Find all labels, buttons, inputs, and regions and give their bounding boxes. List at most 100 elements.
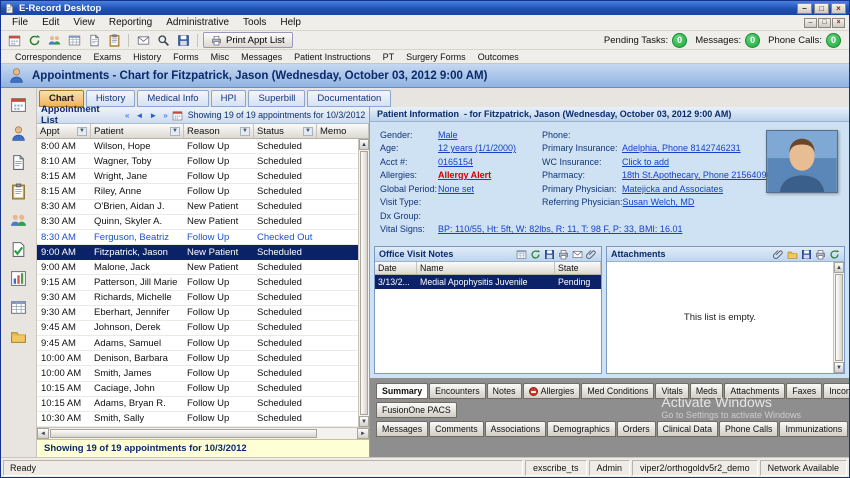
appointment-row[interactable]: 9:00 AM Malone, Jack New Patient Schedul… [37, 260, 358, 275]
bottom-tab[interactable]: Faxes [786, 383, 822, 399]
bottom-tab[interactable]: Phone Calls [719, 421, 778, 437]
bottom-tab[interactable]: Demographics [547, 421, 616, 437]
chart-tab[interactable]: Documentation [307, 90, 391, 107]
sidebar-reports-icon[interactable] [7, 269, 31, 288]
appointment-row[interactable]: 8:15 AM Riley, Anne Follow Up Scheduled [37, 184, 358, 199]
next-page-icon[interactable]: ► [147, 111, 159, 120]
appointment-row[interactable]: 8:30 AM Ferguson, Beatriz Follow Up Chec… [37, 230, 358, 245]
appointment-row[interactable]: 9:45 AM Johnson, Derek Follow Up Schedul… [37, 321, 358, 336]
filter-dropdown-icon[interactable]: ▼ [303, 127, 313, 136]
sidebar-folder-icon[interactable] [7, 327, 31, 346]
sidebar-clipboard-icon[interactable] [7, 182, 31, 201]
scroll-down-icon[interactable]: ▼ [359, 416, 369, 427]
appt-calendar-icon[interactable] [172, 110, 183, 121]
bottom-tab[interactable]: Encounters [429, 383, 486, 399]
attachments-attach-icon[interactable] [773, 249, 784, 260]
last-page-icon[interactable]: » [161, 111, 169, 120]
sidebar-patient-icon[interactable] [7, 124, 31, 143]
document-icon[interactable] [85, 32, 103, 48]
scroll-right-icon[interactable]: ► [357, 428, 369, 439]
bottom-tab[interactable]: Allergies [523, 383, 581, 399]
print-appt-list-button[interactable]: Print Appt List [203, 32, 293, 48]
notes-column-name[interactable]: Name [417, 262, 555, 274]
mdi-close-icon[interactable]: × [832, 18, 845, 28]
forms-menu-item[interactable]: Forms [167, 52, 205, 62]
calendar-icon[interactable] [5, 32, 23, 48]
notes-print-icon[interactable] [558, 249, 569, 260]
bottom-tab[interactable]: Incoming Reports [823, 383, 849, 399]
prev-page-icon[interactable]: ◄ [133, 111, 145, 120]
forms-menu-item[interactable]: Exams [88, 52, 128, 62]
notes-attach-icon[interactable] [586, 249, 597, 260]
appointment-row[interactable]: 10:00 AM Smith, James Follow Up Schedule… [37, 366, 358, 381]
scrollbar-thumb[interactable] [360, 151, 368, 415]
forms-menu-item[interactable]: Outcomes [472, 52, 525, 62]
appointment-row[interactable]: 10:00 AM Denison, Barbara Follow Up Sche… [37, 351, 358, 366]
notes-column-date[interactable]: Date [375, 262, 417, 274]
minimize-icon[interactable]: – [797, 3, 812, 14]
field-value-link[interactable]: Click to add [622, 157, 669, 167]
appointment-row[interactable]: 9:30 AM Richards, Michelle Follow Up Sch… [37, 291, 358, 306]
menu-item[interactable]: Administrative [159, 16, 236, 29]
field-value-link[interactable]: Adelphia, Phone 8142746231 [622, 143, 741, 153]
bottom-tab[interactable]: Orders [617, 421, 656, 437]
notes-save-icon[interactable] [544, 249, 555, 260]
appointment-row[interactable]: 8:00 AM Wilson, Hope Follow Up Scheduled [37, 139, 358, 154]
column-header-memo[interactable]: Memo [317, 124, 369, 138]
menu-item[interactable]: Tools [236, 16, 273, 29]
appointment-row[interactable]: 9:00 AM Fitzpatrick, Jason New Patient S… [37, 245, 358, 260]
filter-dropdown-icon[interactable]: ▼ [77, 127, 87, 136]
column-header-status[interactable]: Status▼ [254, 124, 317, 138]
scrollbar-thumb[interactable] [50, 429, 317, 438]
notes-refresh-icon[interactable] [530, 249, 541, 260]
patients-icon[interactable] [45, 32, 63, 48]
attachments-print-icon[interactable] [815, 249, 826, 260]
column-header-appt[interactable]: Appt▼ [37, 124, 91, 138]
filter-dropdown-icon[interactable]: ▼ [170, 127, 180, 136]
attachments-folder-icon[interactable] [787, 249, 798, 260]
filter-dropdown-icon[interactable]: ▼ [240, 127, 250, 136]
scroll-left-icon[interactable]: ◄ [37, 428, 49, 439]
first-page-icon[interactable]: « [123, 111, 131, 120]
field-value-link[interactable]: BP: 110/55, Ht: 5ft, W: 82lbs, R: 11, T:… [438, 224, 682, 234]
forms-menu-item[interactable]: History [127, 52, 167, 62]
bottom-tab[interactable]: Associations [485, 421, 546, 437]
notes-column-state[interactable]: State [555, 262, 601, 274]
appointment-row[interactable]: 9:30 AM Eberhart, Jennifer Follow Up Sch… [37, 306, 358, 321]
bottom-tab[interactable]: Vitals [655, 383, 688, 399]
column-header-patient[interactable]: Patient▼ [91, 124, 184, 138]
sidebar-document-icon[interactable] [7, 153, 31, 172]
field-value-link[interactable]: Male [438, 130, 458, 140]
forms-menu-item[interactable]: Surgery Forms [400, 52, 472, 62]
field-value-link[interactable]: Allergy Alert [438, 170, 491, 180]
notes-grid-icon[interactable] [516, 249, 527, 260]
scroll-down-icon[interactable]: ▼ [834, 362, 844, 373]
sidebar-patients-icon[interactable] [7, 211, 31, 230]
bottom-tab[interactable]: Meds [690, 383, 724, 399]
search-icon[interactable] [154, 32, 172, 48]
chart-tab[interactable]: HPI [211, 90, 247, 107]
mdi-restore-icon[interactable]: □ [818, 18, 831, 28]
close-icon[interactable]: × [831, 3, 846, 14]
appointment-row[interactable]: 10:15 AM Caciage, John Follow Up Schedul… [37, 382, 358, 397]
counter[interactable]: Messages: 0 [695, 33, 760, 48]
bottom-tab[interactable]: Summary [376, 383, 428, 399]
menu-item[interactable]: Edit [35, 16, 66, 29]
field-value-link[interactable]: 0165154 [438, 157, 473, 167]
bottom-tab[interactable]: Med Conditions [581, 383, 654, 399]
sidebar-calendar-icon[interactable] [7, 95, 31, 114]
appointment-row[interactable]: 9:45 AM Adams, Samuel Follow Up Schedule… [37, 336, 358, 351]
forms-menu-item[interactable]: Patient Instructions [288, 52, 377, 62]
bottom-tab[interactable]: Attachments [724, 383, 785, 399]
appointment-row[interactable]: 10:30 AM Smith, Sally Follow Up Schedule… [37, 412, 358, 427]
counter[interactable]: Phone Calls: 0 [768, 33, 841, 48]
bottom-tab[interactable]: Comments [429, 421, 484, 437]
counter[interactable]: Pending Tasks: 0 [604, 33, 687, 48]
attachments-refresh-icon[interactable] [829, 249, 840, 260]
refresh-icon[interactable] [25, 32, 43, 48]
save-icon[interactable] [174, 32, 192, 48]
appointment-row[interactable]: 8:30 AM Quinn, Skyler A. New Patient Sch… [37, 215, 358, 230]
scrollbar-thumb[interactable] [835, 274, 843, 361]
bottom-tab[interactable]: Messages [376, 421, 428, 437]
appointment-vertical-scrollbar[interactable]: ▲ ▼ [358, 139, 369, 427]
